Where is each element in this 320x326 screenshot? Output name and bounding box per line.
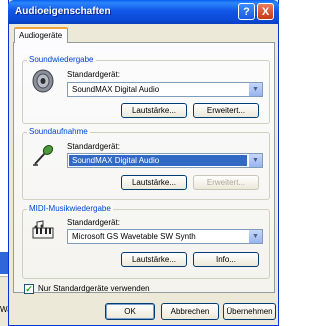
title-bar[interactable]: Audioeigenschaften ? X	[8, 0, 279, 24]
recording-device-value: SoundMAX Digital Audio	[69, 155, 247, 166]
recording-device-label: Standardgerät:	[67, 142, 120, 151]
help-button[interactable]: ?	[238, 3, 255, 20]
recording-volume-button[interactable]: Lautstärke...	[121, 175, 187, 190]
window-title: Audioeigenschaften	[15, 6, 111, 17]
midi-device-select[interactable]: Microsoft GS Wavetable SW Synth ▼	[67, 229, 263, 244]
midi-device-value: Microsoft GS Wavetable SW Synth	[72, 232, 196, 241]
midi-keyboard-icon	[32, 220, 54, 239]
playback-device-label: Standardgerät:	[67, 70, 120, 79]
close-icon: X	[261, 5, 270, 18]
apply-button[interactable]: Übernehmen	[223, 303, 276, 320]
midi-info-button[interactable]: Info...	[193, 252, 259, 267]
cancel-button[interactable]: Abbrechen	[161, 303, 219, 320]
playback-advanced-button[interactable]: Erweitert...	[193, 103, 259, 118]
playback-device-value: SoundMAX Digital Audio	[72, 85, 160, 94]
checkmark-icon: ✓	[25, 284, 33, 294]
chevron-down-icon[interactable]: ▼	[248, 83, 262, 96]
midi-volume-button[interactable]: Lautstärke...	[121, 252, 187, 267]
default-only-label: Nur Standardgeräte verwenden	[38, 284, 150, 293]
recording-group: Soundaufnahme Standardgerät: SoundMAX Di…	[22, 127, 270, 200]
tab-panel: Soundwiedergabe Standardgerät: SoundMAX …	[13, 42, 275, 294]
midi-group: MIDI-Musikwiedergabe Standardgerät: Micr…	[22, 204, 270, 279]
default-only-checkbox[interactable]: ✓	[24, 284, 34, 294]
playback-volume-button[interactable]: Lautstärke...	[121, 103, 187, 118]
playback-group: Soundwiedergabe Standardgerät: SoundMAX …	[22, 55, 270, 124]
ok-button[interactable]: OK	[105, 303, 155, 320]
close-button[interactable]: X	[257, 3, 274, 20]
midi-group-label: MIDI-Musikwiedergabe	[27, 204, 113, 213]
midi-device-label: Standardgerät:	[67, 218, 120, 227]
playback-device-select[interactable]: SoundMAX Digital Audio ▼	[67, 82, 263, 97]
speaker-icon	[32, 69, 54, 93]
chevron-down-icon[interactable]: ▼	[248, 154, 262, 167]
tab-audiogeraete[interactable]: Audiogeräte	[14, 27, 68, 43]
recording-device-select[interactable]: SoundMAX Digital Audio ▼	[67, 153, 263, 168]
recording-group-label: Soundaufnahme	[27, 127, 90, 136]
playback-group-label: Soundwiedergabe	[27, 55, 96, 64]
chevron-down-icon[interactable]: ▼	[248, 230, 262, 243]
help-icon: ?	[243, 5, 250, 18]
recording-advanced-button: Erweitert...	[193, 175, 259, 190]
microphone-icon	[33, 145, 54, 166]
audio-properties-dialog: Audioeigenschaften ? X Audiogeräte Sound…	[8, 0, 279, 326]
